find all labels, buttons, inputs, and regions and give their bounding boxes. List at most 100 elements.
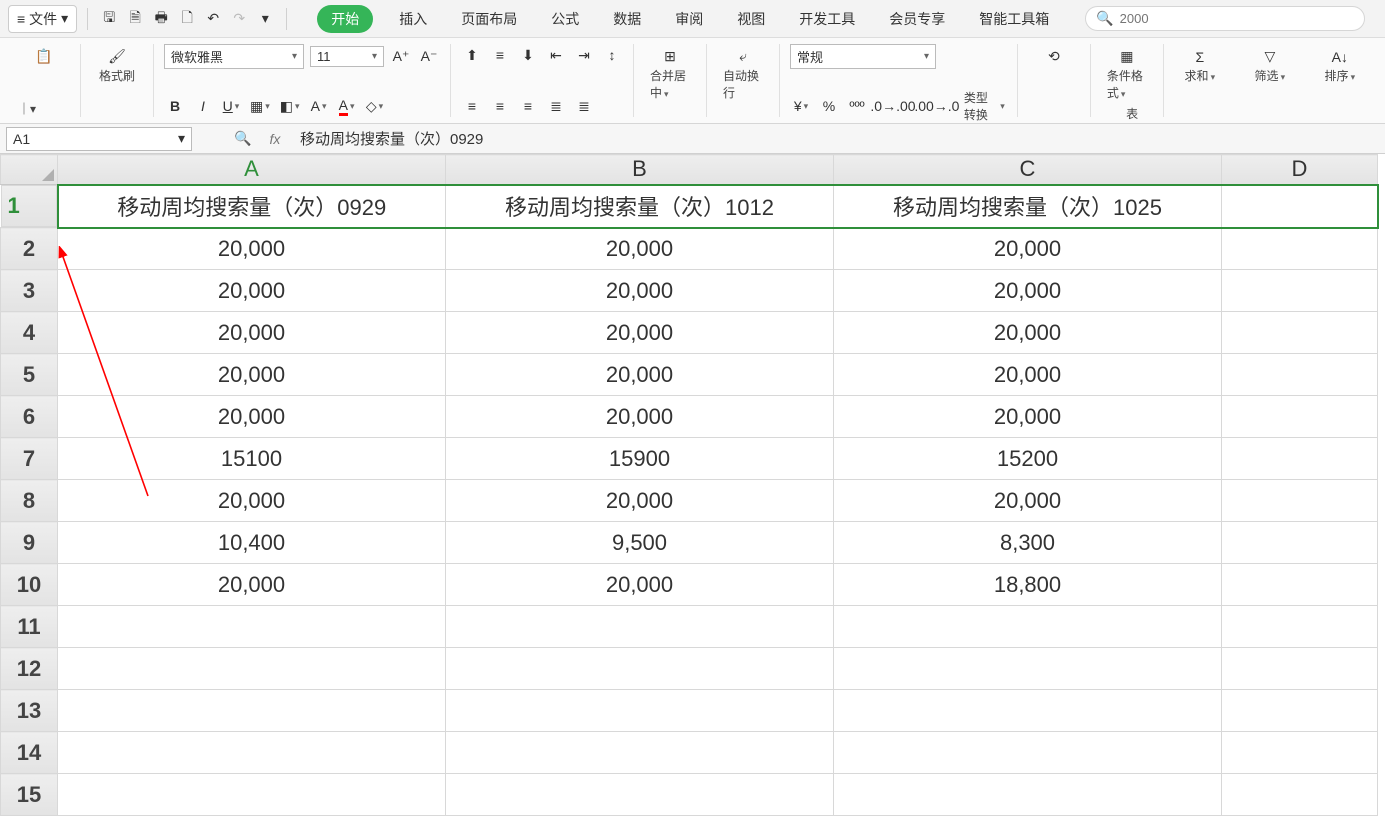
row-header-6[interactable]: 6	[1, 396, 58, 438]
cell-B15[interactable]	[446, 774, 834, 816]
orientation-icon[interactable]: ↕	[601, 44, 623, 66]
font-color-icon[interactable]: A▾	[336, 95, 358, 117]
align-top-icon[interactable]: ⬆	[461, 44, 483, 66]
cell-A6[interactable]: 20,000	[58, 396, 446, 438]
row-header-5[interactable]: 5	[1, 354, 58, 396]
cell-B1[interactable]: 移动周均搜索量（次）1012	[446, 185, 834, 228]
thousands-icon[interactable]: ººº	[846, 95, 868, 117]
column-header-B[interactable]: B	[446, 155, 834, 185]
paste-button[interactable]: 📋	[18, 44, 70, 69]
cell-B13[interactable]	[446, 690, 834, 732]
decrease-decimal-icon[interactable]: .00→.0	[918, 95, 956, 117]
tab-smart-tools[interactable]: 智能工具箱	[971, 3, 1057, 35]
cell-C11[interactable]	[834, 606, 1222, 648]
row-header-2[interactable]: 2	[1, 228, 58, 270]
redo-icon[interactable]: ↷	[228, 8, 250, 30]
cell-B10[interactable]: 20,000	[446, 564, 834, 606]
border-icon[interactable]: ▦▾	[248, 95, 272, 117]
align-right-icon[interactable]: ≡	[517, 95, 539, 117]
cell-D12[interactable]	[1222, 648, 1378, 690]
cell-D15[interactable]	[1222, 774, 1378, 816]
print-preview-icon[interactable]: 🗋	[176, 8, 198, 30]
tab-developer[interactable]: 开发工具	[791, 3, 863, 35]
format-painter-button[interactable]: 🖌 格式刷	[91, 44, 143, 88]
print-icon[interactable]: 🖶	[150, 8, 172, 30]
increase-decimal-icon[interactable]: .0→.00	[874, 95, 912, 117]
cell-B14[interactable]	[446, 732, 834, 774]
cell-A11[interactable]	[58, 606, 446, 648]
cell-A1[interactable]: 移动周均搜索量（次）0929	[58, 185, 446, 228]
fill-color-icon[interactable]: ◧▾	[278, 95, 302, 117]
cell-C10[interactable]: 18,800	[834, 564, 1222, 606]
formula-input[interactable]	[300, 130, 1385, 147]
column-header-C[interactable]: C	[834, 155, 1222, 185]
search-input[interactable]	[1120, 11, 1355, 26]
align-middle-icon[interactable]: ≡	[489, 44, 511, 66]
tab-data[interactable]: 数据	[605, 3, 649, 35]
row-header-4[interactable]: 4	[1, 312, 58, 354]
justify-icon[interactable]: ≣	[545, 95, 567, 117]
type-convert-button[interactable]: 类型转换▾	[962, 95, 1007, 117]
cell-D13[interactable]	[1222, 690, 1378, 732]
fx-icon[interactable]: fx	[264, 128, 286, 150]
indent-decrease-icon[interactable]: ⇤	[545, 44, 567, 66]
quickbar-more-icon[interactable]: ▾	[254, 8, 276, 30]
cell-D1[interactable]	[1222, 185, 1378, 228]
row-header-1[interactable]: 1	[1, 185, 57, 227]
row-header-7[interactable]: 7	[1, 438, 58, 480]
tab-member[interactable]: 会员专享	[881, 3, 953, 35]
cell-C9[interactable]: 8,300	[834, 522, 1222, 564]
cell-D14[interactable]	[1222, 732, 1378, 774]
tab-review[interactable]: 审阅	[667, 3, 711, 35]
column-header-A[interactable]: A	[58, 155, 446, 185]
clear-format-icon[interactable]: ◇▾	[364, 95, 386, 117]
sort-button[interactable]: A↓ 排序▾	[1314, 45, 1366, 88]
cell-D6[interactable]	[1222, 396, 1378, 438]
cell-B12[interactable]	[446, 648, 834, 690]
file-menu-button[interactable]: ≡ 文件 ▾	[8, 5, 77, 33]
row-header-14[interactable]: 14	[1, 732, 58, 774]
column-header-D[interactable]: D	[1222, 155, 1378, 185]
tab-start[interactable]: 开始	[317, 5, 373, 33]
italic-icon[interactable]: I	[192, 95, 214, 117]
font-name-select[interactable]: 微软雅黑	[164, 44, 304, 69]
save-icon[interactable]: 🖫	[98, 8, 120, 30]
cell-C6[interactable]: 20,000	[834, 396, 1222, 438]
cell-B8[interactable]: 20,000	[446, 480, 834, 522]
cell-A10[interactable]: 20,000	[58, 564, 446, 606]
name-box[interactable]: A1 ▾	[6, 127, 192, 151]
cell-B3[interactable]: 20,000	[446, 270, 834, 312]
cell-D3[interactable]	[1222, 270, 1378, 312]
distribute-icon[interactable]: ≣	[573, 95, 595, 117]
cell-B5[interactable]: 20,000	[446, 354, 834, 396]
cell-B2[interactable]: 20,000	[446, 228, 834, 270]
save-as-icon[interactable]: 🗎	[124, 8, 146, 30]
cell-B7[interactable]: 15900	[446, 438, 834, 480]
row-header-15[interactable]: 15	[1, 774, 58, 816]
select-all-corner[interactable]	[1, 155, 58, 185]
cell-C14[interactable]	[834, 732, 1222, 774]
cell-A13[interactable]	[58, 690, 446, 732]
cell-B9[interactable]: 9,500	[446, 522, 834, 564]
cell-C15[interactable]	[834, 774, 1222, 816]
cell-A7[interactable]: 15100	[58, 438, 446, 480]
cell-A15[interactable]	[58, 774, 446, 816]
tab-view[interactable]: 视图	[729, 3, 773, 35]
cell-A14[interactable]	[58, 732, 446, 774]
decrease-font-icon[interactable]: A⁻	[418, 46, 440, 68]
row-header-3[interactable]: 3	[1, 270, 58, 312]
indent-increase-icon[interactable]: ⇥	[573, 44, 595, 66]
percent-icon[interactable]: %	[818, 95, 840, 117]
number-format-select[interactable]: 常规	[790, 44, 936, 69]
cell-B11[interactable]	[446, 606, 834, 648]
align-center-icon[interactable]: ≡	[489, 95, 511, 117]
underline-icon[interactable]: U▾	[220, 95, 242, 117]
cell-D11[interactable]	[1222, 606, 1378, 648]
increase-font-icon[interactable]: A⁺	[390, 46, 412, 68]
cell-C5[interactable]: 20,000	[834, 354, 1222, 396]
cell-A2[interactable]: 20,000	[58, 228, 446, 270]
cell-C3[interactable]: 20,000	[834, 270, 1222, 312]
paste-expand[interactable]: ｜▾	[18, 100, 36, 117]
cell-C8[interactable]: 20,000	[834, 480, 1222, 522]
cell-C7[interactable]: 15200	[834, 438, 1222, 480]
